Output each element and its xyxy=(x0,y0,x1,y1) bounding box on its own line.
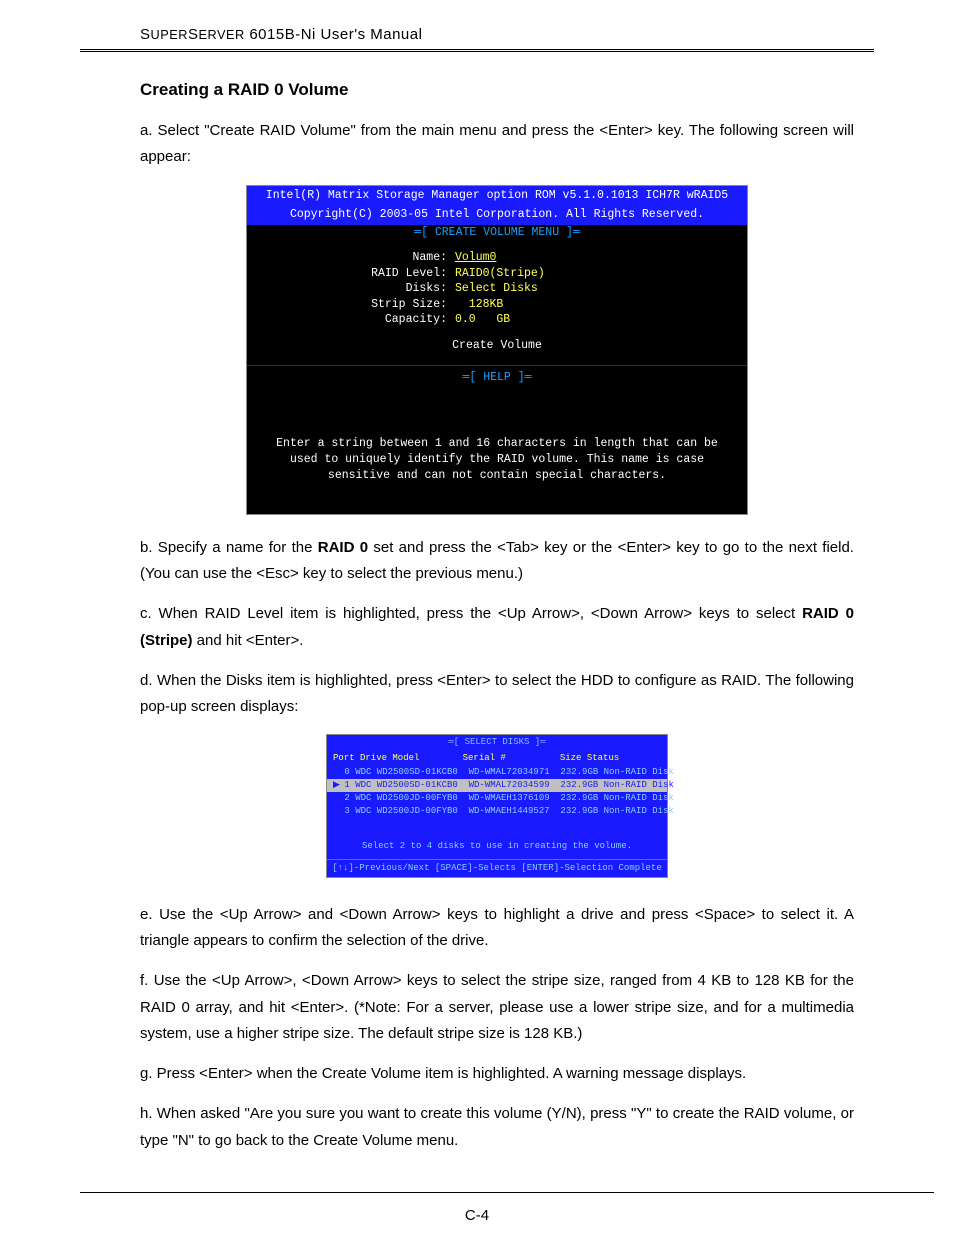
bottom-rule xyxy=(80,1192,934,1193)
page-number: C-4 xyxy=(0,1203,954,1240)
section-title: Creating a RAID 0 Volume xyxy=(140,80,854,100)
bios-create-volume-screenshot: Intel(R) Matrix Storage Manager option R… xyxy=(246,185,748,515)
bios2-row-0: 0 WDC WD2500SD-01KCB0 WD-WMAL72034971 23… xyxy=(327,766,667,779)
bios1-cap-value: 0.0 GB xyxy=(455,313,510,326)
paragraph-a: a. Select "Create RAID Volume" from the … xyxy=(140,118,854,171)
bios1-help-body: Enter a string between 1 and 16 characte… xyxy=(247,386,747,514)
bios2-instruction: Select 2 to 4 disks to use in creating t… xyxy=(327,818,667,859)
header-text: SUPERSERVER 6015B-Ni User's Manual xyxy=(140,26,422,43)
paragraph-e: e. Use the <Up Arrow> and <Down Arrow> k… xyxy=(140,902,854,955)
bios2-title: ═[ SELECT DISKS ]═ xyxy=(327,735,667,750)
bios1-disks-value: Select Disks xyxy=(455,282,538,295)
bios2-thead: Port Drive Model Serial # Size Status xyxy=(327,750,667,765)
bios2-row-1-highlighted: ▶ 1 WDC WD2500SD-01KCB0 WD-WMAL72034599 … xyxy=(327,779,667,792)
bios1-create-volume: Create Volume xyxy=(247,328,747,354)
paragraph-c: c. When RAID Level item is highlighted, … xyxy=(140,601,854,654)
bios1-header2: Copyright(C) 2003-05 Intel Corporation. … xyxy=(247,205,747,225)
bios1-level-label: RAID Level: xyxy=(247,266,455,282)
bios2-row-3: 3 WDC WD2500JD-00FYB0 WD-WMAEH1449527 23… xyxy=(327,805,667,818)
paragraph-d: d. When the Disks item is highlighted, p… xyxy=(140,668,854,721)
paragraph-g: g. Press <Enter> when the Create Volume … xyxy=(140,1061,854,1087)
paragraph-h: h. When asked "Are you sure you want to … xyxy=(140,1101,854,1154)
bios1-name-label: Name: xyxy=(247,250,455,266)
paragraph-b: b. Specify a name for the RAID 0 set and… xyxy=(140,535,854,588)
bios1-menu-title: ═[ CREATE VOLUME MENU ]═ xyxy=(247,225,747,241)
bios1-strip-value: 128KB xyxy=(455,298,503,311)
page-header: SUPERSERVER 6015B-Ni User's Manual xyxy=(80,20,874,52)
bios1-name-value: Volum0 xyxy=(455,251,496,264)
bios1-level-value: RAID0(Stripe) xyxy=(455,267,545,280)
bios1-cap-label: Capacity: xyxy=(247,312,455,328)
bios1-form: Name:Volum0 RAID Level:RAID0(Stripe) Dis… xyxy=(247,240,747,365)
bios1-disks-label: Disks: xyxy=(247,281,455,297)
bios2-row-2: 2 WDC WD2500JD-00FYB0 WD-WMAEH1376109 23… xyxy=(327,792,667,805)
bios1-strip-label: Strip Size: xyxy=(247,297,455,313)
paragraph-f: f. Use the <Up Arrow>, <Down Arrow> keys… xyxy=(140,968,854,1047)
bios1-help-title: ═[ HELP ]═ xyxy=(247,366,747,386)
bios-select-disks-screenshot: ═[ SELECT DISKS ]═ Port Drive Model Seri… xyxy=(326,734,668,877)
bios1-header1: Intel(R) Matrix Storage Manager option R… xyxy=(247,186,747,206)
bios2-footer: [↑↓]-Previous/Next [SPACE]-Selects [ENTE… xyxy=(327,859,667,875)
